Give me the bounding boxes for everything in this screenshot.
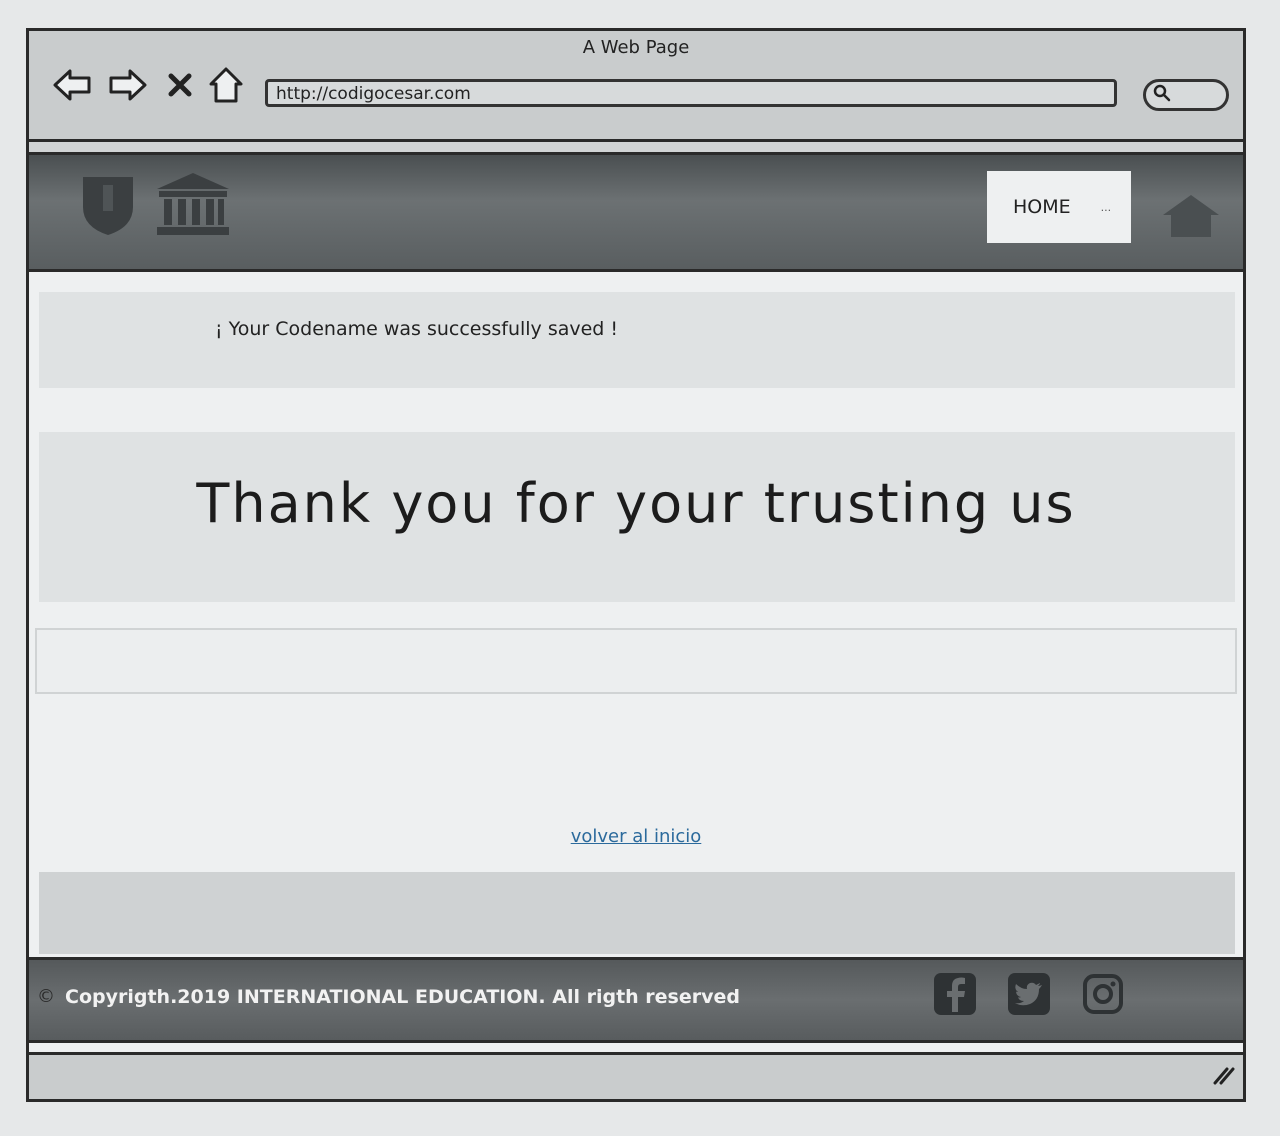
copyright-text: Copyrigth.2019 INTERNATIONAL EDUCATION. … (65, 986, 740, 1008)
browser-statusbar (29, 1052, 1243, 1099)
window-title: A Web Page (582, 37, 690, 58)
browser-window: A Web Page http://codigocesar.com HOME .… (26, 28, 1246, 1102)
url-input[interactable]: http://codigocesar.com (265, 79, 1117, 107)
nav-home-button[interactable]: HOME ... (987, 171, 1131, 243)
resize-grip-icon[interactable] (1211, 1065, 1235, 1089)
site-footer: © Copyrigth.2019 INTERNATIONAL EDUCATION… (29, 957, 1243, 1043)
facebook-icon[interactable] (933, 972, 977, 1016)
copyright-icon: © (37, 986, 55, 1007)
success-message: ¡ Your Codename was successfully saved ! (215, 318, 619, 340)
browser-titlebar: A Web Page http://codigocesar.com (29, 31, 1243, 142)
nav-more-label: ... (1100, 200, 1112, 214)
back-to-home-link[interactable]: volver al inicio (29, 826, 1243, 847)
search-icon (1152, 83, 1172, 107)
bank-icon (155, 171, 231, 241)
message-panel (39, 292, 1235, 388)
forward-arrow-icon[interactable] (107, 65, 149, 105)
browser-search-field[interactable] (1143, 79, 1229, 111)
main-content: ¡ Your Codename was successfully saved !… (29, 272, 1243, 964)
site-header: HOME ... (29, 155, 1243, 272)
home-icon[interactable] (205, 65, 247, 105)
back-arrow-icon[interactable] (51, 65, 93, 105)
empty-panel (35, 628, 1237, 694)
twitter-icon[interactable] (1007, 972, 1051, 1016)
close-icon[interactable] (163, 65, 197, 105)
thank-you-heading: Thank you for your trusting us (196, 472, 1076, 535)
pre-footer-panel (39, 872, 1235, 954)
shield-icon (79, 173, 137, 243)
house-icon[interactable] (1159, 191, 1223, 243)
nav-home-label: HOME (1013, 196, 1071, 218)
back-link-label[interactable]: volver al inicio (571, 826, 702, 847)
instagram-icon[interactable] (1081, 972, 1125, 1016)
browser-subbar (29, 142, 1243, 155)
